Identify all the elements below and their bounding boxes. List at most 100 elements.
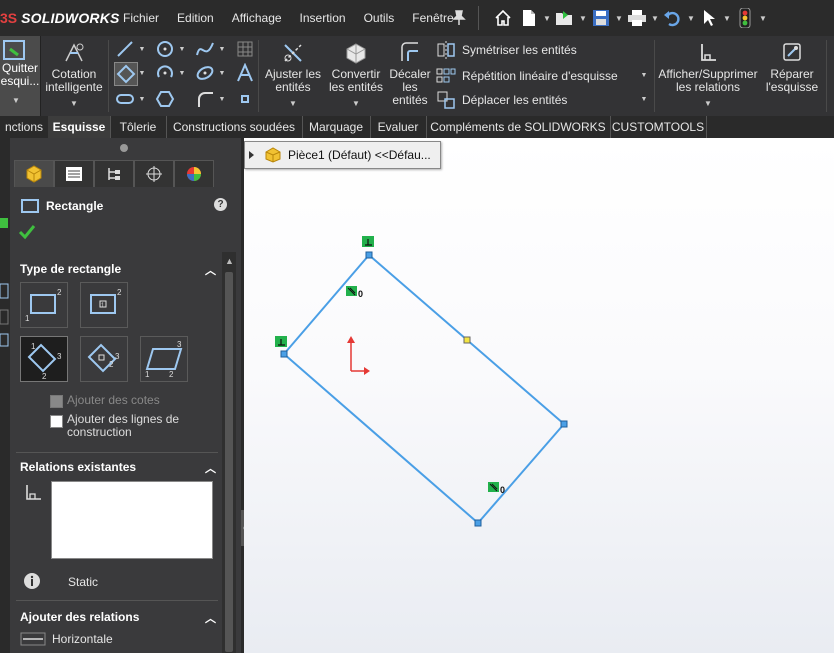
panel-scrollbar[interactable]: ▲ bbox=[222, 252, 236, 653]
tab-property-manager[interactable] bbox=[54, 160, 94, 187]
parallelogram-option[interactable]: 3 1 2 bbox=[140, 336, 188, 382]
collapse-chevron-icon[interactable]: ︿ bbox=[205, 460, 216, 476]
three-point-corner-rectangle-option[interactable]: 1 3 2 bbox=[20, 336, 68, 382]
quit-sketch-button[interactable]: Quitter esqui... ▼ bbox=[0, 36, 41, 116]
ellipse-dropdown-icon[interactable]: ▼ bbox=[218, 62, 226, 84]
menu-insertion[interactable]: Insertion bbox=[291, 11, 355, 25]
collapse-chevron-icon[interactable]: ︿ bbox=[205, 262, 216, 278]
tab-display-manager[interactable] bbox=[174, 160, 214, 187]
text-icon[interactable] bbox=[234, 62, 256, 84]
sketch-point-left[interactable] bbox=[280, 350, 288, 358]
select-dropdown-icon[interactable]: ▼ bbox=[722, 5, 732, 31]
tab-tolerie[interactable]: Tôlerie bbox=[110, 116, 167, 138]
new-dropdown-icon[interactable]: ▼ bbox=[542, 5, 552, 31]
existing-relations-list[interactable] bbox=[51, 481, 213, 559]
add-construction-lines-box[interactable] bbox=[50, 415, 63, 428]
surface-icon[interactable] bbox=[234, 38, 256, 60]
sketch-line-top-left[interactable] bbox=[283, 254, 370, 355]
save-dropdown-icon[interactable]: ▼ bbox=[614, 5, 624, 31]
ok-button[interactable] bbox=[18, 224, 36, 243]
menu-fichier[interactable]: Fichier bbox=[114, 11, 168, 25]
undo-dropdown-icon[interactable]: ▼ bbox=[686, 5, 696, 31]
trim-dropdown-icon[interactable]: ▼ bbox=[262, 97, 324, 110]
tab-marquage[interactable]: Marquage bbox=[302, 116, 371, 138]
quit-dropdown-icon[interactable]: ▼ bbox=[12, 96, 20, 105]
tab-esquisse[interactable]: Esquisse bbox=[48, 116, 111, 138]
fillet-dropdown-icon[interactable]: ▼ bbox=[218, 88, 226, 110]
move-dropdown-icon[interactable]: ▼ bbox=[640, 88, 648, 110]
convert-entities-button[interactable]: Convertir les entités ▼ bbox=[326, 38, 386, 110]
trim-entities-button[interactable]: Ajuster les entités ▼ bbox=[262, 38, 324, 110]
ellipse-icon[interactable] bbox=[194, 62, 216, 84]
print-dropdown-icon[interactable]: ▼ bbox=[650, 5, 660, 31]
arc-icon[interactable] bbox=[154, 62, 176, 84]
solidworks-logo[interactable]: 3S SOLIDWORKS bbox=[0, 9, 120, 27]
three-point-center-rectangle-option[interactable]: 32 bbox=[80, 336, 128, 382]
new-document-icon[interactable] bbox=[516, 5, 542, 31]
smart-dimension-dropdown-icon[interactable]: ▼ bbox=[44, 97, 104, 110]
menu-outils[interactable]: Outils bbox=[355, 11, 404, 25]
rectangle-dropdown-icon[interactable]: ▼ bbox=[138, 62, 146, 84]
rectangle-tool-icon[interactable] bbox=[114, 62, 138, 86]
open-folder-icon[interactable] bbox=[552, 5, 578, 31]
home-icon[interactable] bbox=[490, 5, 516, 31]
tab-customtools[interactable]: CUSTOMTOOLS bbox=[610, 116, 707, 138]
scroll-thumb[interactable] bbox=[225, 272, 233, 652]
arc-dropdown-icon[interactable]: ▼ bbox=[178, 62, 186, 84]
tab-feature-manager[interactable] bbox=[14, 160, 54, 187]
add-construction-lines-checkbox[interactable]: Ajouter des lignes de construction bbox=[50, 413, 220, 439]
display-delete-relations-button[interactable]: Afficher/Supprimer les relations ▼ bbox=[658, 38, 758, 110]
rebuild-dropdown-icon[interactable]: ▼ bbox=[758, 5, 768, 31]
mirror-entities-button[interactable]: Symétriser les entités bbox=[436, 38, 577, 62]
polygon-icon[interactable] bbox=[154, 88, 176, 110]
corner-rectangle-option[interactable]: 21 bbox=[20, 282, 68, 328]
print-icon[interactable] bbox=[624, 5, 650, 31]
tab-dimxpert[interactable] bbox=[134, 160, 174, 187]
line-dropdown-icon[interactable]: ▼ bbox=[138, 38, 146, 60]
sketch-line-bottom-right[interactable] bbox=[477, 423, 565, 524]
point-icon[interactable] bbox=[234, 88, 256, 110]
offset-entities-button[interactable]: Décaler les entités bbox=[388, 38, 432, 107]
panel-grip[interactable] bbox=[120, 144, 128, 152]
spline-icon[interactable] bbox=[194, 38, 216, 60]
tab-configuration-manager[interactable] bbox=[94, 160, 134, 187]
fillet-icon[interactable] bbox=[194, 88, 216, 110]
horizontal-relation-button[interactable]: Horizontale bbox=[20, 632, 113, 646]
collapse-chevron-icon[interactable]: ︿ bbox=[205, 610, 216, 626]
graphics-area[interactable]: Pièce1 (Défaut) <<Défau... 0 0 bbox=[244, 138, 834, 653]
spline-dropdown-icon[interactable]: ▼ bbox=[218, 38, 226, 60]
tab-complements-solidworks[interactable]: Compléments de SOLIDWORKS bbox=[426, 116, 611, 138]
sketch-line-bottom-left[interactable] bbox=[283, 353, 479, 524]
group-rectangle-type[interactable]: Type de rectangle ︿ bbox=[20, 262, 216, 280]
add-dimensions-checkbox[interactable]: Ajouter des cotes bbox=[50, 393, 160, 408]
add-dimensions-box[interactable] bbox=[50, 395, 63, 408]
sketch-point-bottom[interactable] bbox=[474, 519, 482, 527]
tab-fonctions[interactable]: nctions bbox=[0, 116, 49, 138]
line-icon[interactable] bbox=[114, 38, 136, 60]
smart-dimension-button[interactable]: Cotation intelligente ▼ bbox=[44, 38, 104, 110]
linear-pattern-dropdown-icon[interactable]: ▼ bbox=[640, 64, 648, 86]
center-rectangle-option[interactable]: 21 bbox=[80, 282, 128, 328]
group-add-relations[interactable]: Ajouter des relations ︿ bbox=[20, 610, 216, 628]
help-icon[interactable]: ? bbox=[214, 198, 227, 211]
relations-dropdown-icon[interactable]: ▼ bbox=[658, 97, 758, 110]
select-pointer-icon[interactable] bbox=[696, 5, 722, 31]
pin-icon[interactable] bbox=[452, 10, 466, 26]
menu-affichage[interactable]: Affichage bbox=[223, 11, 291, 25]
linear-pattern-button[interactable]: Répétition linéaire d'esquisse bbox=[436, 64, 618, 88]
slot-icon[interactable] bbox=[114, 88, 136, 110]
undo-icon[interactable] bbox=[660, 5, 686, 31]
circle-dropdown-icon[interactable]: ▼ bbox=[178, 38, 186, 60]
menu-edition[interactable]: Edition bbox=[168, 11, 223, 25]
move-entities-button[interactable]: Déplacer les entités bbox=[436, 88, 567, 112]
tab-constructions-soudees[interactable]: Constructions soudées bbox=[166, 116, 303, 138]
repair-sketch-button[interactable]: Réparer l'esquisse bbox=[762, 38, 822, 94]
scroll-up-icon[interactable]: ▲ bbox=[225, 256, 234, 266]
slot-dropdown-icon[interactable]: ▼ bbox=[138, 88, 146, 110]
save-icon[interactable] bbox=[588, 5, 614, 31]
convert-dropdown-icon[interactable]: ▼ bbox=[326, 97, 386, 110]
sketch-point-right[interactable] bbox=[560, 420, 568, 428]
sketch-midpoint[interactable] bbox=[463, 336, 471, 344]
rebuild-traffic-light-icon[interactable] bbox=[732, 5, 758, 31]
open-dropdown-icon[interactable]: ▼ bbox=[578, 5, 588, 31]
